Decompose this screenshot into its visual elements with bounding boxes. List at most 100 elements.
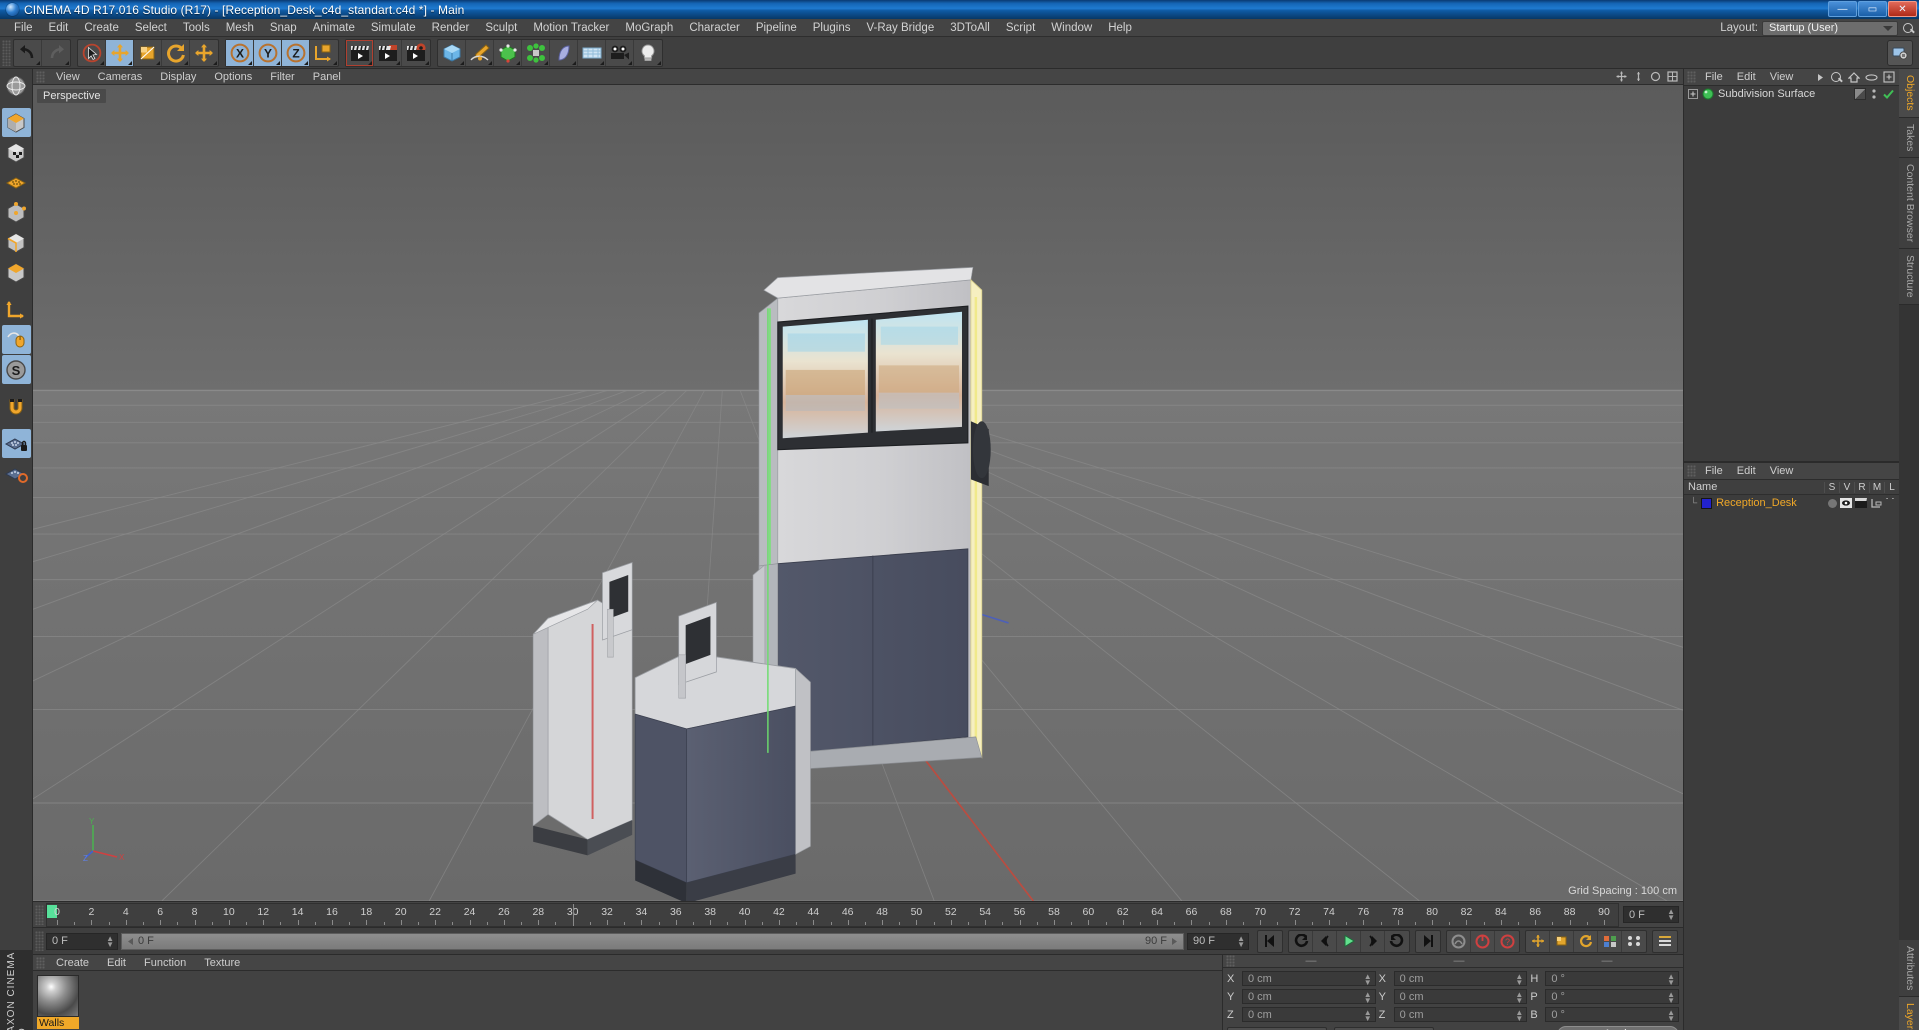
position-field-x[interactable]: 0 cm ▲ ▼ bbox=[1242, 971, 1376, 987]
mode-polygons[interactable] bbox=[2, 228, 31, 257]
lock-z-axis[interactable]: Z bbox=[282, 39, 310, 66]
material-menu-edit[interactable]: Edit bbox=[98, 955, 135, 971]
mode-points[interactable] bbox=[2, 168, 31, 197]
menu-item-tools[interactable]: Tools bbox=[175, 19, 218, 37]
viewport-menu-cameras[interactable]: Cameras bbox=[89, 69, 152, 85]
menu-item-character[interactable]: Character bbox=[681, 19, 748, 37]
keyframe-selection-button[interactable]: ? bbox=[1495, 931, 1519, 952]
end-frame-field[interactable]: 90 F ▲ ▼ bbox=[1187, 932, 1249, 950]
stepper-icon[interactable]: ▲ ▼ bbox=[1515, 973, 1523, 987]
frame-range-slider[interactable]: 0 F 90 F bbox=[121, 932, 1184, 950]
menu-item-motion-tracker[interactable]: Motion Tracker bbox=[525, 19, 617, 37]
tab-structure[interactable]: Structure bbox=[1899, 249, 1919, 305]
menu-item-select[interactable]: Select bbox=[127, 19, 175, 37]
stepper-icon[interactable]: ▲ ▼ bbox=[1364, 973, 1372, 987]
menu-item-edit[interactable]: Edit bbox=[41, 19, 77, 37]
lock-y-axis[interactable]: Y bbox=[254, 39, 282, 66]
go-to-next-key-button[interactable] bbox=[1385, 931, 1409, 952]
stepper-icon[interactable]: ▲ ▼ bbox=[1667, 1009, 1675, 1023]
size-field-x[interactable]: 0 cm ▲ ▼ bbox=[1393, 971, 1528, 987]
timeline-current-frame-field[interactable]: 0 F ▲ ▼ bbox=[1623, 906, 1679, 923]
menu-item-3dtoall[interactable]: 3DToAll bbox=[942, 19, 998, 37]
menu-item-file[interactable]: File bbox=[6, 19, 41, 37]
stepper-icon[interactable]: ▲ ▼ bbox=[1667, 973, 1675, 987]
menu-item-simulate[interactable]: Simulate bbox=[363, 19, 424, 37]
menu-item-help[interactable]: Help bbox=[1100, 19, 1140, 37]
position-field-y[interactable]: 0 cm ▲ ▼ bbox=[1242, 989, 1376, 1005]
material-menu-function[interactable]: Function bbox=[135, 955, 195, 971]
stepper-icon[interactable]: ▲ ▼ bbox=[106, 934, 114, 948]
object-manager-menu-edit[interactable]: Edit bbox=[1730, 69, 1763, 86]
viewport-menu-filter[interactable]: Filter bbox=[261, 69, 303, 85]
position-key-button[interactable] bbox=[1526, 930, 1550, 952]
apply-button[interactable]: Apply bbox=[1557, 1026, 1679, 1030]
object-row[interactable]: Subdivision Surface bbox=[1684, 86, 1899, 102]
snap-toggle[interactable] bbox=[2, 392, 31, 421]
menu-item-snap[interactable]: Snap bbox=[262, 19, 305, 37]
mode-axis[interactable] bbox=[2, 295, 31, 324]
go-to-previous-frame-button[interactable] bbox=[1313, 930, 1337, 952]
size-field-y[interactable]: 0 cm ▲ ▼ bbox=[1393, 989, 1528, 1005]
menu-item-pipeline[interactable]: Pipeline bbox=[748, 19, 805, 37]
maximize-button[interactable]: ▭ bbox=[1858, 1, 1887, 17]
current-frame-field[interactable]: 0 F ▲ ▼ bbox=[46, 932, 118, 950]
layer-lock-toggle[interactable] bbox=[1885, 498, 1895, 508]
mode-object[interactable] bbox=[1, 108, 31, 137]
lock-x-axis[interactable]: X bbox=[226, 39, 254, 66]
add-generator-object[interactable] bbox=[494, 39, 522, 66]
range-start-handle-icon[interactable] bbox=[126, 937, 135, 946]
scale-key-button[interactable] bbox=[1550, 930, 1574, 952]
move-alt-tool[interactable] bbox=[190, 40, 218, 66]
add-mograph-object[interactable] bbox=[522, 39, 550, 66]
layer-visibility-toggle[interactable] bbox=[1840, 498, 1852, 508]
stepper-icon[interactable]: ▲ ▼ bbox=[1364, 991, 1372, 1005]
layer-manager-grip[interactable] bbox=[1687, 465, 1696, 477]
world-object-coordinates[interactable] bbox=[310, 40, 338, 66]
menu-item-render[interactable]: Render bbox=[424, 19, 478, 37]
viewport-menu-display[interactable]: Display bbox=[151, 69, 205, 85]
render-region-button[interactable] bbox=[1887, 40, 1913, 66]
go-to-end-button[interactable] bbox=[1416, 931, 1440, 952]
stepper-icon[interactable]: ▲ ▼ bbox=[1237, 934, 1245, 948]
menu-item-create[interactable]: Create bbox=[76, 19, 127, 37]
viewport-solo[interactable] bbox=[1, 325, 31, 354]
stepper-icon[interactable]: ▲ ▼ bbox=[1515, 991, 1523, 1005]
rotation-field-h[interactable]: 0 ° ▲ ▼ bbox=[1545, 971, 1680, 987]
search-icon[interactable] bbox=[1902, 22, 1915, 35]
perspective-viewport[interactable]: Perspective Grid Spacing : 100 cm Y X Z bbox=[33, 85, 1683, 901]
mode-texture[interactable] bbox=[2, 71, 31, 100]
viewport-menu-options[interactable]: Options bbox=[205, 69, 261, 85]
tab-layers[interactable]: Layers bbox=[1899, 997, 1919, 1030]
move-view-icon[interactable] bbox=[1616, 71, 1627, 82]
material-manager-grip[interactable] bbox=[36, 956, 45, 969]
expand-icon[interactable] bbox=[1688, 89, 1698, 99]
material-preview-sphere[interactable] bbox=[37, 975, 79, 1017]
timeline-menu-button[interactable] bbox=[1653, 931, 1677, 952]
add-scene-object[interactable] bbox=[578, 39, 606, 66]
home-icon[interactable] bbox=[1848, 71, 1860, 83]
coordinate-mode-dropdown[interactable]: Scale bbox=[1334, 1026, 1434, 1030]
move-tool[interactable] bbox=[106, 39, 134, 66]
rotate-view-icon[interactable] bbox=[1650, 71, 1661, 82]
material-item[interactable]: Walls bbox=[37, 975, 79, 1029]
lock-workplane[interactable] bbox=[1, 429, 31, 458]
add-camera-object[interactable] bbox=[606, 39, 634, 66]
render-to-picture-viewer-button[interactable] bbox=[374, 39, 402, 66]
stepper-icon[interactable]: ▲ ▼ bbox=[1667, 991, 1675, 1005]
tab-content-browser[interactable]: Content Browser bbox=[1899, 158, 1919, 250]
undo-button[interactable] bbox=[14, 39, 42, 66]
visibility-dots-icon[interactable] bbox=[1868, 88, 1880, 100]
new-layer-icon[interactable] bbox=[1883, 71, 1895, 83]
menu-item-window[interactable]: Window bbox=[1043, 19, 1100, 37]
search-icon[interactable] bbox=[1830, 71, 1843, 84]
layer-manager-body[interactable]: └ Reception_Desk bbox=[1684, 495, 1899, 1030]
layer-manager-menu-file[interactable]: File bbox=[1698, 463, 1730, 480]
add-light-object[interactable] bbox=[634, 40, 662, 66]
object-manager-grip[interactable] bbox=[1687, 71, 1696, 83]
layer-render-toggle[interactable] bbox=[1855, 498, 1867, 508]
autokeying-button[interactable] bbox=[1471, 930, 1495, 952]
menu-item-mograph[interactable]: MoGraph bbox=[617, 19, 681, 37]
redo-button[interactable] bbox=[42, 40, 70, 66]
stepper-icon[interactable]: ▲ ▼ bbox=[1515, 1009, 1523, 1023]
workplane-settings[interactable] bbox=[2, 459, 31, 488]
